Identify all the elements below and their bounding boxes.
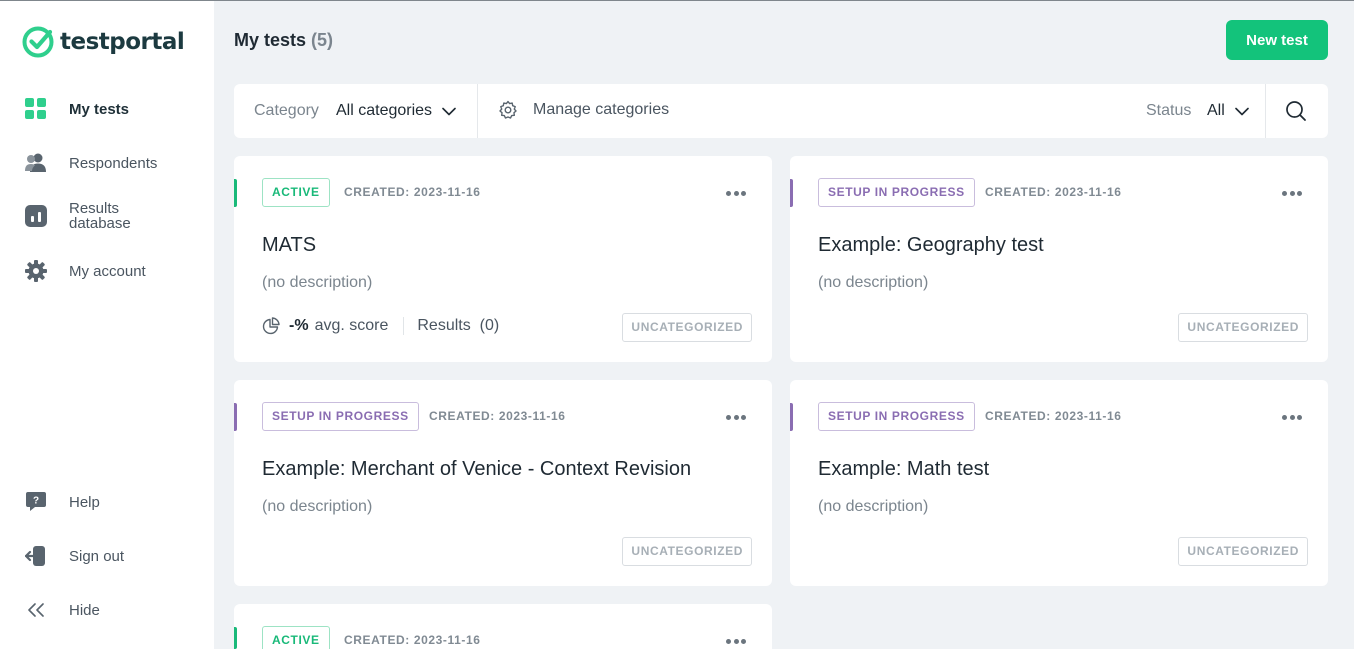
- test-card[interactable]: ACTIVE CREATED: 2023-11-16 MATS (no desc…: [234, 156, 772, 362]
- status-stripe: [234, 627, 237, 649]
- status-badge: SETUP IN PROGRESS: [818, 402, 975, 431]
- created-date: CREATED: 2023-11-16: [344, 633, 481, 647]
- manage-categories-button[interactable]: Manage categories: [498, 100, 669, 120]
- sidebar-item-hide[interactable]: Hide: [24, 598, 100, 622]
- category-badge: UNCATEGORIZED: [1178, 313, 1308, 342]
- created-date: CREATED: 2023-11-16: [985, 185, 1122, 199]
- filter-divider: [477, 84, 478, 138]
- sidebar-item-my-tests[interactable]: My tests: [24, 97, 129, 121]
- search-button[interactable]: [1284, 99, 1308, 123]
- page-title-text: My tests: [234, 30, 307, 50]
- logo-text: testportal: [60, 29, 185, 55]
- sidebar-item-respondents[interactable]: Respondents: [24, 151, 157, 175]
- test-title[interactable]: MATS: [262, 233, 316, 257]
- more-options-button[interactable]: [724, 183, 748, 203]
- sidebar-item-label: Sign out: [69, 547, 125, 565]
- test-card[interactable]: ACTIVE CREATED: 2023-11-16: [234, 604, 772, 649]
- status-stripe: [234, 179, 237, 207]
- sidebar-item-sign-out[interactable]: Sign out: [24, 544, 124, 568]
- chevron-down-icon: [1234, 107, 1249, 115]
- test-card[interactable]: SETUP IN PROGRESS CREATED: 2023-11-16 Ex…: [790, 380, 1328, 586]
- filter-bar: Category All categories Manage categorie…: [234, 84, 1328, 138]
- gear-icon: [24, 259, 48, 283]
- created-date: CREATED: 2023-11-16: [429, 409, 566, 423]
- test-description: (no description): [262, 274, 373, 291]
- test-description: (no description): [818, 498, 929, 515]
- stats-divider: [403, 317, 405, 335]
- category-badge: UNCATEGORIZED: [622, 537, 752, 566]
- avg-score-label: avg. score: [314, 317, 389, 334]
- sidebar-item-label: Help: [69, 493, 100, 511]
- category-label: Category: [254, 102, 319, 119]
- sidebar-item-label: My account: [69, 262, 146, 280]
- window-top-border: [0, 0, 1354, 1]
- status-badge: SETUP IN PROGRESS: [262, 402, 419, 431]
- results-link[interactable]: Results (0): [417, 317, 499, 335]
- sidebar-item-label: My tests: [69, 100, 130, 118]
- created-date: CREATED: 2023-11-16: [344, 185, 481, 199]
- grid-icon: [24, 97, 48, 121]
- test-card[interactable]: SETUP IN PROGRESS CREATED: 2023-11-16 Ex…: [234, 380, 772, 586]
- chat-question-icon: ?: [24, 490, 48, 514]
- sidebar-item-label: Results database: [69, 200, 131, 232]
- more-options-button[interactable]: [1280, 407, 1304, 427]
- logo-check-icon: [22, 26, 54, 58]
- category-value: All categories: [336, 102, 433, 119]
- svg-text:?: ?: [33, 496, 39, 507]
- status-stripe: [790, 179, 793, 207]
- category-dropdown[interactable]: All categories: [336, 102, 456, 120]
- filter-divider: [1265, 84, 1266, 138]
- sidebar-item-label: Respondents: [69, 154, 158, 172]
- status-dropdown[interactable]: All: [1207, 102, 1249, 120]
- pie-chart-icon: [262, 317, 280, 335]
- category-badge: UNCATEGORIZED: [1178, 537, 1308, 566]
- created-date: CREATED: 2023-11-16: [985, 409, 1122, 423]
- sidebar-item-help[interactable]: ? Help: [24, 490, 100, 514]
- chevron-down-icon: [442, 107, 456, 115]
- sidebar-item-my-account[interactable]: My account: [24, 259, 146, 283]
- test-title[interactable]: Example: Merchant of Venice - Context Re…: [262, 457, 691, 481]
- sign-out-icon: [24, 544, 48, 568]
- test-title[interactable]: Example: Geography test: [818, 233, 1044, 257]
- more-options-button[interactable]: [1280, 183, 1304, 203]
- chart-icon: [24, 204, 48, 228]
- logo[interactable]: testportal: [22, 26, 185, 58]
- status-label: Status: [1146, 102, 1192, 119]
- status-badge: SETUP IN PROGRESS: [818, 178, 975, 207]
- status-stripe: [790, 403, 793, 431]
- sidebar-item-label: Hide: [69, 601, 100, 619]
- manage-categories-label: Manage categories: [533, 101, 670, 118]
- status-badge: ACTIVE: [262, 626, 330, 649]
- test-description: (no description): [818, 274, 929, 291]
- search-icon: [1286, 101, 1306, 121]
- test-title[interactable]: Example: Math test: [818, 457, 989, 481]
- avg-score-value: -%: [289, 317, 309, 334]
- double-chevron-left-icon: [24, 598, 48, 622]
- test-count: (5): [311, 30, 334, 50]
- status-value: All: [1207, 102, 1225, 119]
- status-badge: ACTIVE: [262, 178, 330, 207]
- category-badge: UNCATEGORIZED: [622, 313, 752, 342]
- test-stats: -% avg. score Results (0): [262, 317, 499, 335]
- users-icon: [24, 151, 48, 175]
- test-card[interactable]: SETUP IN PROGRESS CREATED: 2023-11-16 Ex…: [790, 156, 1328, 362]
- test-description: (no description): [262, 498, 373, 515]
- sidebar-item-results-database[interactable]: Results database: [24, 201, 131, 231]
- page-title: My tests (5): [234, 30, 333, 51]
- more-options-button[interactable]: [724, 636, 748, 646]
- gear-outline-icon: [499, 100, 517, 119]
- more-options-button[interactable]: [724, 407, 748, 427]
- sidebar: testportal My tests Respondents Results …: [0, 0, 214, 649]
- new-test-button[interactable]: New test: [1226, 20, 1328, 60]
- status-stripe: [234, 403, 237, 431]
